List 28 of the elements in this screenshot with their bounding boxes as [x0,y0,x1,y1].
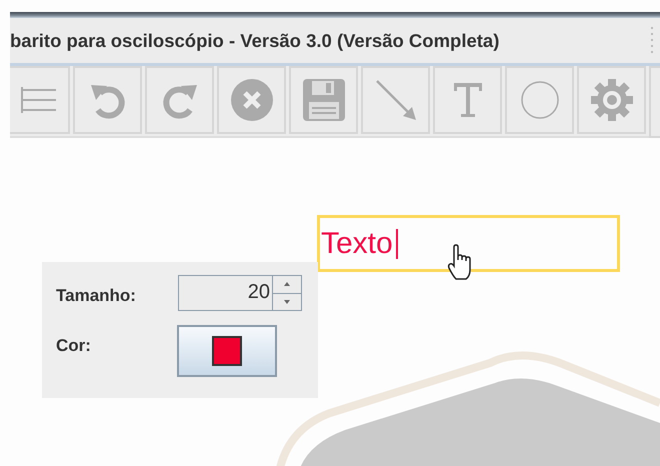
text-tool-button[interactable] [433,66,502,134]
close-icon [230,78,274,122]
list-icon [20,86,58,114]
grip-icon [650,26,656,56]
text-input-value: Texto [321,226,393,260]
window-title: barito para osciloscópio - Versão 3.0 (Versão Completa) [10,30,500,52]
color-label: Cor: [56,336,92,356]
text-input-field[interactable]: Texto [317,215,620,272]
circle-icon [520,80,560,120]
arrow-icon [374,79,416,121]
size-label: Tamanho: [56,286,137,306]
redo-button[interactable] [145,66,214,134]
up-caret-icon [284,282,290,286]
text-tool-icon [452,82,482,118]
delete-button[interactable] [217,66,286,134]
list-button[interactable] [10,66,70,134]
settings-button[interactable] [577,66,646,134]
text-caret [396,228,398,258]
size-spinner[interactable]: 20 [178,275,302,311]
size-value: 20 [246,280,271,305]
undo-button[interactable] [73,66,142,134]
down-caret-icon [284,300,290,304]
color-picker-button[interactable] [177,325,277,377]
circle-button[interactable] [505,66,574,134]
save-icon [302,78,346,122]
save-button[interactable] [289,66,358,134]
settings-icon [590,78,634,122]
arrow-button[interactable] [361,66,430,134]
